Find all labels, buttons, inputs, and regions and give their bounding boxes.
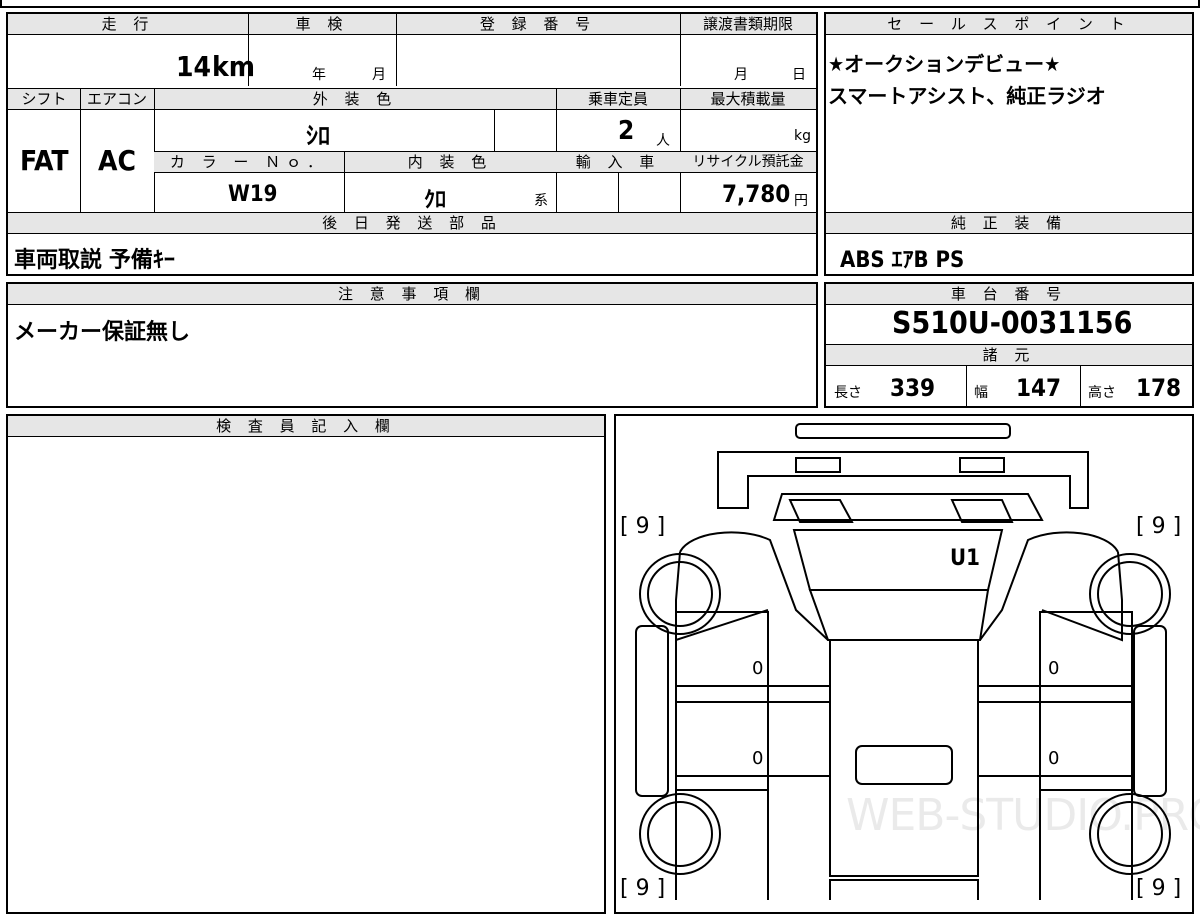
watermark: WEB-STUDIO.PRO [846, 790, 1200, 841]
tire-front-left-label: [ 9 ] [620, 514, 666, 539]
damage-mark-u1: U1 [950, 546, 980, 571]
vehicle-diagram [635, 423, 1171, 900]
tire-front-right-label: [ 9 ] [1136, 514, 1182, 539]
damage-mark-left-front-door: 0 [752, 658, 764, 679]
damage-mark-right-front-door: 0 [1048, 658, 1060, 679]
tire-rear-left-label: [ 9 ] [620, 876, 666, 901]
damage-mark-left-rear-door: 0 [752, 748, 764, 769]
tire-rear-right-label: [ 9 ] [1136, 876, 1182, 901]
damage-mark-right-rear-door: 0 [1048, 748, 1060, 769]
